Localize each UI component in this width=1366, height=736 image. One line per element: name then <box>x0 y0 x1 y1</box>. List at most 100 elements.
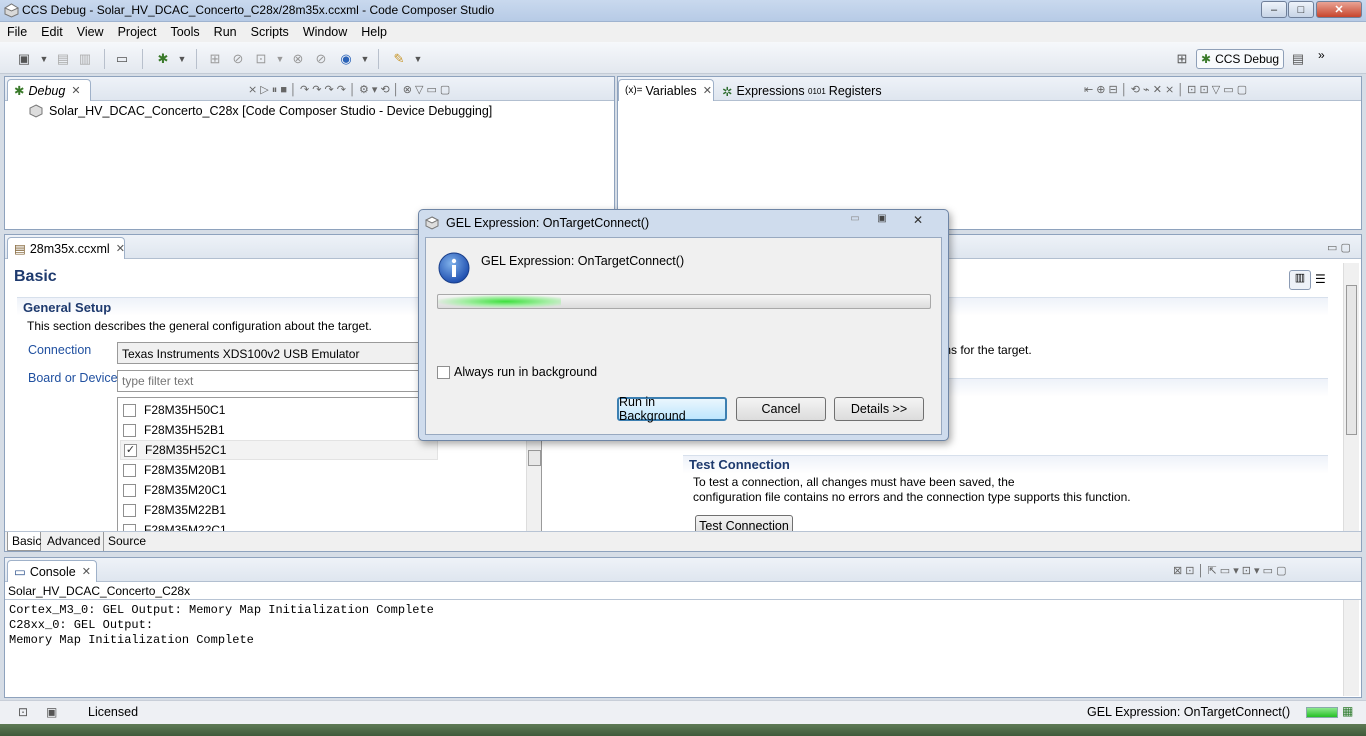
tab-source[interactable]: Source <box>103 532 150 551</box>
tab-basic[interactable]: Basic <box>7 532 41 551</box>
maximize-button[interactable]: □ <box>1288 1 1314 18</box>
device-checkbox-checked[interactable]: ✓ <box>124 443 137 457</box>
test-connection-title: Test Connection <box>689 457 790 472</box>
chevron-down-icon[interactable]: ▼ <box>36 51 52 67</box>
console-toolbar-icons[interactable]: ⊠ ⊡ │ ⇱ ▭ ▾ ⊡ ▾ ▭ ▢ <box>1173 564 1286 577</box>
tab-console[interactable]: ▭ Console ✕ <box>7 560 97 582</box>
tab-registers[interactable]: 0101 Registers <box>804 81 886 101</box>
console-scrollbar[interactable] <box>1343 600 1359 696</box>
console-output[interactable]: Cortex_M3_0: GEL Output: Memory Map Init… <box>5 599 1361 697</box>
details-button[interactable]: Details >> <box>834 397 924 421</box>
tab-debug[interactable]: ✱ Debug ✕ <box>7 79 91 101</box>
layout-horizontal-icon[interactable]: ▥ <box>1289 270 1311 290</box>
cancel-button[interactable]: Cancel <box>736 397 826 421</box>
device-checkbox[interactable] <box>123 503 136 517</box>
window-title-bar[interactable]: CCS Debug - Solar_HV_DCAC_Concerto_C28x/… <box>0 0 1366 22</box>
always-background-checkbox[interactable] <box>437 365 450 379</box>
tab-ccxml[interactable]: ▤ 28m35x.ccxml ✕ <box>7 237 125 259</box>
console-line: Cortex_M3_0: GEL Output: Memory Map Init… <box>9 603 434 617</box>
menu-run[interactable]: Run <box>207 25 244 39</box>
external-tools-icon[interactable]: ◉ <box>338 51 354 67</box>
device-checkbox[interactable] <box>123 423 136 437</box>
skip-all-icon[interactable]: ⊘ <box>313 51 329 67</box>
minimize-button[interactable]: – <box>1261 1 1287 18</box>
menu-window[interactable]: Window <box>296 25 354 39</box>
list-item-selected[interactable]: ✓ F28M35H52C1 <box>120 440 438 460</box>
pin-icon[interactable]: ✎ <box>391 51 407 67</box>
device-checkbox[interactable] <box>123 403 136 417</box>
perspective-icon[interactable]: ▤ <box>1290 51 1306 67</box>
console-icon: ▭ <box>14 565 26 579</box>
chevron-down-icon[interactable]: ▼ <box>357 51 373 67</box>
tab-variables[interactable]: (x)= Variables ✕ <box>618 79 714 101</box>
menu-help[interactable]: Help <box>354 25 394 39</box>
chevron-down-icon[interactable]: ▼ <box>272 51 288 67</box>
menu-file[interactable]: File <box>0 25 34 39</box>
scrollbar-thumb[interactable] <box>528 450 541 466</box>
close-button[interactable]: ✕ <box>905 213 931 228</box>
list-item[interactable]: F28M35M20C1 <box>123 480 438 500</box>
minimize-button[interactable]: ▭ <box>843 213 867 228</box>
close-icon[interactable]: ✕ <box>703 84 712 97</box>
scrollbar-thumb[interactable] <box>1346 285 1357 435</box>
device-checkbox[interactable] <box>123 463 136 477</box>
console-icon[interactable]: ▭ <box>114 51 130 67</box>
menu-edit[interactable]: Edit <box>34 25 70 39</box>
connection-select[interactable]: Texas Instruments XDS100v2 USB Emulator <box>117 342 427 364</box>
menu-scripts[interactable]: Scripts <box>244 25 296 39</box>
perspective-overflow[interactable]: » <box>1318 48 1325 62</box>
list-item[interactable]: F28M35H52B1 <box>123 420 438 440</box>
close-icon[interactable]: ✕ <box>116 242 125 255</box>
new-icon[interactable]: ⊡ <box>18 705 28 719</box>
dialog-body: GEL Expression: OnTargetConnect() Always… <box>425 237 942 435</box>
menu-project[interactable]: Project <box>111 25 164 39</box>
list-item[interactable]: F28M35M22B1 <box>123 500 438 520</box>
toolbar-separator <box>196 49 197 69</box>
perspective-ccs-debug[interactable]: ✱ CCS Debug <box>1196 49 1284 69</box>
app-icon <box>425 216 439 230</box>
registers-icon: 0101 <box>808 86 826 96</box>
editor-scrollbar[interactable] <box>1343 263 1359 531</box>
status-message: GEL Expression: OnTargetConnect() <box>1087 705 1291 719</box>
menu-tools[interactable]: Tools <box>163 25 206 39</box>
save-icon[interactable]: ▤ <box>55 51 71 67</box>
run-in-background-button[interactable]: Run in Background <box>617 395 727 423</box>
device-filter-input[interactable] <box>117 370 427 392</box>
layout-vertical-icon[interactable]: ☰ <box>1315 272 1326 286</box>
progress-view-icon[interactable]: ▦ <box>1342 704 1353 718</box>
menu-view[interactable]: View <box>70 25 111 39</box>
always-background-option[interactable]: Always run in background <box>437 365 597 379</box>
tab-expressions[interactable]: ✲ Expressions <box>718 81 809 101</box>
new-icon[interactable]: ▣ <box>16 51 32 67</box>
debug-tree-item[interactable]: Solar_HV_DCAC_Concerto_C28x [Code Compos… <box>29 104 492 118</box>
tab-advanced[interactable]: Advanced <box>45 532 102 550</box>
connect-icon[interactable]: ⊞ <box>207 51 223 67</box>
save-all-icon[interactable]: ▥ <box>77 51 93 67</box>
list-item[interactable]: F28M35M20B1 <box>123 460 438 480</box>
device-checkbox[interactable] <box>123 483 136 497</box>
chevron-down-icon[interactable]: ▼ <box>410 51 426 67</box>
list-item[interactable]: F28M35H50C1 <box>123 400 438 420</box>
status-progress[interactable] <box>1306 707 1338 718</box>
debug-icon[interactable]: ✱ <box>155 51 171 67</box>
close-icon[interactable]: ✕ <box>82 565 91 578</box>
general-setup-title: General Setup <box>23 300 112 315</box>
open-perspective-icon[interactable]: ⊞ <box>1174 51 1190 67</box>
close-button[interactable]: ✕ <box>1316 1 1362 18</box>
console-line: Memory Map Initialization Complete <box>9 633 254 647</box>
variables-icon: (x)= <box>625 85 643 96</box>
tab-label: Variables <box>645 83 697 98</box>
view-toolbar-icons[interactable]: ⇤ ⊕ ⊟ │ ⟲ ⌁ ✕ ⨯ │ ⊡ ⊡ ▽ ▭ ▢ <box>1084 83 1247 96</box>
resume-icon[interactable]: ⨯ ▷ ⏸ ■ │ ↷ ↷ ↷ ↷ │ ⚙ ▾ ⟲ │ ⊗ ▽ ▭ ▢ <box>248 83 450 97</box>
maximize-button[interactable]: ▣ <box>870 213 894 228</box>
chevron-down-icon[interactable]: ▼ <box>174 51 190 67</box>
breakpoint-icon[interactable]: ⊘ <box>230 51 246 67</box>
skip-icon[interactable]: ⊗ <box>290 51 306 67</box>
tab-label: Console <box>29 564 76 579</box>
load-icon[interactable]: ⊡ <box>253 51 269 67</box>
tab-label: Expressions <box>736 84 805 98</box>
minimize-maximize-icons[interactable]: ▭ ▢ <box>1327 241 1351 254</box>
connection-label: Connection <box>28 343 92 357</box>
toolbar-separator <box>104 49 105 69</box>
close-icon[interactable]: ✕ <box>71 84 80 97</box>
